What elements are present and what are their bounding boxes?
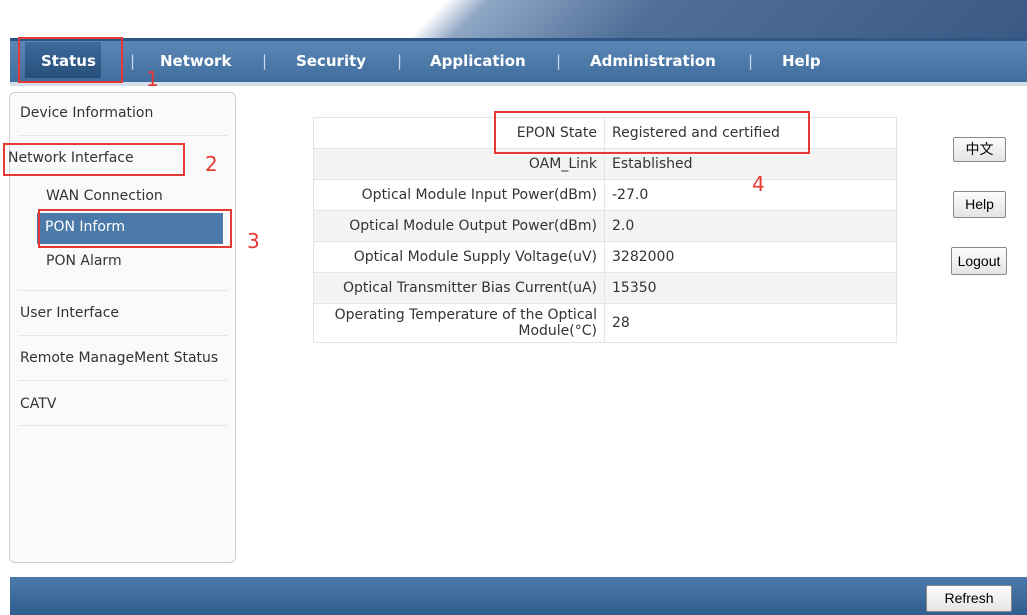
sidebar-divider <box>18 425 228 426</box>
language-button[interactable]: 中文 <box>953 137 1006 162</box>
footer-bar <box>10 577 1027 615</box>
sidebar-subitem-pon-inform[interactable]: PON Inform <box>37 213 223 244</box>
table-row: Optical Transmitter Bias Current(uA) 153… <box>313 272 897 304</box>
table-label: OAM_Link <box>313 148 605 180</box>
help-button[interactable]: Help <box>953 191 1006 218</box>
table-row: OAM_Link Established <box>313 148 897 180</box>
table-row: EPON State Registered and certified <box>313 117 897 149</box>
table-value: 3282000 <box>604 241 897 273</box>
nav-application[interactable]: Application <box>430 52 526 70</box>
sidebar-item-remote-management-status[interactable]: Remote ManageMent Status <box>20 350 218 366</box>
sidebar-divider <box>18 290 228 291</box>
sidebar-item-network-interface[interactable]: Network Interface <box>8 150 134 166</box>
nav-status[interactable]: Status <box>41 52 96 70</box>
nav-separator: | <box>397 52 403 70</box>
table-row: Operating Temperature of the Optical Mod… <box>313 303 897 343</box>
sidebar-item-catv[interactable]: CATV <box>20 396 56 412</box>
annotation-label-1: 1 <box>146 67 159 91</box>
table-value: Registered and certified <box>604 117 897 149</box>
sidebar-item-user-interface[interactable]: User Interface <box>20 305 119 321</box>
sidebar-subitem-wan-connection[interactable]: WAN Connection <box>46 188 163 204</box>
refresh-button[interactable]: Refresh <box>926 585 1012 612</box>
nav-separator: | <box>748 52 754 70</box>
table-row: Optical Module Input Power(dBm) -27.0 <box>313 179 897 211</box>
table-label: Optical Module Supply Voltage(uV) <box>313 241 605 273</box>
nav-separator: | <box>556 52 562 70</box>
nav-administration[interactable]: Administration <box>590 52 716 70</box>
table-value: 2.0 <box>604 210 897 242</box>
table-label: Operating Temperature of the Optical Mod… <box>313 303 605 343</box>
sidebar-divider <box>18 135 228 136</box>
sidebar-divider <box>18 335 228 336</box>
nav-security[interactable]: Security <box>296 52 366 70</box>
table-row: Optical Module Output Power(dBm) 2.0 <box>313 210 897 242</box>
table-label: Optical Module Output Power(dBm) <box>313 210 605 242</box>
nav-help[interactable]: Help <box>782 52 821 70</box>
table-label: Optical Transmitter Bias Current(uA) <box>313 272 605 304</box>
sidebar-item-device-information[interactable]: Device Information <box>20 105 153 121</box>
table-label: EPON State <box>313 117 605 149</box>
sidebar-subitem-pon-alarm[interactable]: PON Alarm <box>46 253 122 269</box>
table-value: 15350 <box>604 272 897 304</box>
top-banner <box>0 0 1027 38</box>
logout-button[interactable]: Logout <box>951 247 1007 275</box>
table-value: 28 <box>604 303 897 343</box>
table-value: -27.0 <box>604 179 897 211</box>
nav-network[interactable]: Network <box>160 52 231 70</box>
nav-separator: | <box>262 52 268 70</box>
table-row: Optical Module Supply Voltage(uV) 328200… <box>313 241 897 273</box>
sidebar-divider <box>18 380 228 381</box>
annotation-label-2: 2 <box>205 152 218 176</box>
nav-separator: | <box>130 52 136 70</box>
annotation-label-3: 3 <box>247 229 260 253</box>
pon-info-table: EPON State Registered and certified OAM_… <box>313 117 897 343</box>
table-label: Optical Module Input Power(dBm) <box>313 179 605 211</box>
annotation-label-4: 4 <box>752 172 765 196</box>
table-value: Established <box>604 148 897 180</box>
nav-strip <box>10 82 1027 86</box>
